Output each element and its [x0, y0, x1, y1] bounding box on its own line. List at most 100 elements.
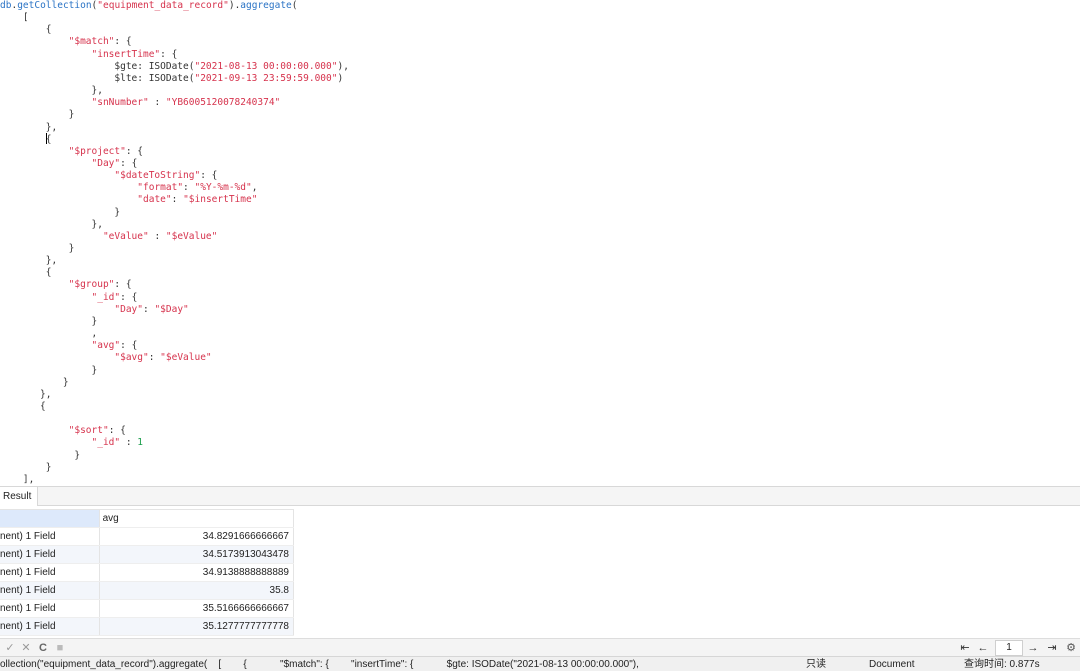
table-row[interactable]: nent) 1 Field 34.5173913043478 — [0, 545, 295, 564]
code-line[interactable]: "Day": { — [0, 157, 138, 170]
column-header-avg[interactable]: avg — [99, 509, 295, 528]
cell-avg[interactable]: 34.5173913043478 — [99, 545, 295, 564]
code-line[interactable]: { — [0, 267, 52, 279]
code-line[interactable]: } — [0, 243, 75, 255]
cell-document[interactable]: nent) 1 Field — [0, 545, 100, 564]
code-line[interactable]: "_id" : 1 — [0, 437, 144, 449]
code-line[interactable]: "$avg": "$eValue" — [0, 352, 212, 364]
code-line[interactable]: , — [0, 328, 98, 340]
page-number-input[interactable]: 1 — [995, 640, 1023, 656]
code-token: ). — [228, 0, 241, 11]
column-header-document[interactable] — [0, 509, 100, 528]
code-line[interactable]: } — [0, 109, 75, 121]
prev-page-icon[interactable]: ← — [976, 640, 990, 656]
code-token: : — [148, 352, 161, 364]
code-line[interactable]: "format": "%Y-%m-%d", — [0, 182, 257, 194]
view-mode-indicator[interactable]: Document — [869, 658, 915, 671]
cell-document[interactable]: nent) 1 Field — [0, 617, 100, 636]
code-line[interactable]: "date": "$insertTime" — [0, 194, 257, 206]
table-row[interactable]: nent) 1 Field 34.8291666666667 — [0, 527, 295, 546]
code-editor[interactable]: db.getCollection("equipment_data_record"… — [0, 0, 1080, 486]
code-line[interactable]: }, — [0, 85, 103, 97]
code-line[interactable]: } — [0, 316, 98, 328]
code-token: : { — [120, 157, 138, 169]
code-line[interactable]: "$match": { — [0, 36, 132, 48]
code-line[interactable]: "$sort": { — [0, 425, 126, 437]
code-line[interactable]: { — [0, 134, 52, 146]
code-line[interactable]: }, — [0, 219, 103, 231]
table-row[interactable]: nent) 1 Field 35.5166666666667 — [0, 599, 295, 618]
code-line[interactable]: } — [0, 207, 120, 219]
code-token: { — [0, 267, 52, 279]
code-line[interactable]: "avg": { — [0, 340, 138, 352]
discard-icon[interactable]: ✕ — [19, 641, 33, 655]
cell-document[interactable]: nent) 1 Field — [0, 599, 100, 618]
code-token: "_id" — [91, 437, 121, 449]
cell-avg[interactable]: 35.8 — [99, 581, 295, 600]
code-line[interactable]: } — [0, 450, 80, 462]
code-token: "$project" — [68, 145, 126, 157]
code-token: : — [143, 303, 155, 315]
table-row[interactable]: nent) 1 Field 35.8 — [0, 581, 295, 600]
confirm-icon[interactable]: ✓ — [3, 641, 17, 655]
code-line[interactable]: { — [0, 401, 46, 413]
code-line[interactable]: "$group": { — [0, 279, 132, 291]
code-line[interactable]: $gte: ISODate("2021-08-13 00:00:00.000")… — [0, 61, 349, 73]
code-line[interactable]: $lte: ISODate("2021-09-13 23:59:59.000") — [0, 73, 343, 85]
code-token: } — [0, 461, 52, 473]
code-token: "$dateToString" — [114, 170, 201, 182]
code-line[interactable]: } — [0, 365, 98, 377]
code-token: } — [0, 376, 69, 388]
code-line[interactable]: "insertTime": { — [0, 49, 178, 61]
code-token: "$eValue" — [160, 352, 212, 364]
code-line[interactable]: ], — [0, 474, 34, 486]
cell-avg[interactable]: 34.8291666666667 — [99, 527, 295, 546]
result-grid[interactable]: avg nent) 1 Field 34.8291666666667 nent) 1… — [0, 509, 295, 636]
code-line[interactable]: "snNumber" : "YB6005120078240374" — [0, 97, 281, 109]
code-line[interactable]: } — [0, 377, 69, 389]
cell-document[interactable]: nent) 1 Field — [0, 527, 100, 546]
cell-document[interactable]: nent) 1 Field — [0, 581, 100, 600]
code-token: ), — [337, 60, 349, 72]
cell-avg[interactable]: 35.5166666666667 — [99, 599, 295, 618]
last-page-icon[interactable]: ⇥ — [1045, 640, 1059, 656]
tab-result[interactable]: Result — [0, 486, 39, 506]
refresh-icon[interactable]: C — [36, 641, 50, 655]
table-row[interactable]: nent) 1 Field 35.1277777777778 — [0, 617, 295, 636]
code-token: }, — [0, 85, 103, 97]
code-line[interactable]: } — [0, 461, 52, 474]
code-line[interactable]: }, — [0, 255, 57, 267]
table-row[interactable]: nent) 1 Field 34.9138888888889 — [0, 563, 295, 582]
code-token: aggregate — [240, 0, 292, 11]
code-token: : — [120, 437, 138, 449]
code-line[interactable]: { — [0, 24, 52, 36]
code-token: "Day" — [91, 157, 121, 169]
code-line[interactable]: db.getCollection("equipment_data_record"… — [0, 0, 298, 12]
next-page-icon[interactable]: → — [1026, 640, 1040, 656]
code-token: "$insertTime" — [183, 194, 258, 206]
code-line[interactable]: "$project": { — [0, 146, 143, 158]
code-line[interactable]: [ — [0, 12, 29, 24]
code-token: } — [0, 109, 75, 121]
code-token: "$Day" — [154, 303, 189, 315]
code-line[interactable]: "$dateToString": { — [0, 170, 217, 182]
code-line[interactable]: }, — [0, 122, 57, 134]
settings-icon[interactable]: ⚙ — [1064, 640, 1078, 656]
result-toolbar: ✓ ✕ C ■ ⇤ ← 1 → ⇥ ⚙ — [0, 638, 1080, 656]
status-bar: ollection("equipment_data_record").aggre… — [0, 656, 1080, 671]
code-token: { — [0, 24, 52, 36]
code-line[interactable]: "_id": { — [0, 292, 138, 304]
code-line[interactable]: }, — [0, 389, 51, 401]
first-page-icon[interactable]: ⇤ — [958, 640, 972, 656]
code-token: : — [148, 230, 166, 242]
cell-avg[interactable]: 34.9138888888889 — [99, 563, 295, 582]
code-line[interactable]: "Day": "$Day" — [0, 303, 189, 316]
cell-avg[interactable]: 35.1277777777778 — [99, 617, 295, 636]
code-line[interactable]: "eValue" : "$eValue" — [0, 231, 217, 243]
stop-icon[interactable]: ■ — [53, 641, 67, 655]
cell-document[interactable]: nent) 1 Field — [0, 563, 100, 582]
